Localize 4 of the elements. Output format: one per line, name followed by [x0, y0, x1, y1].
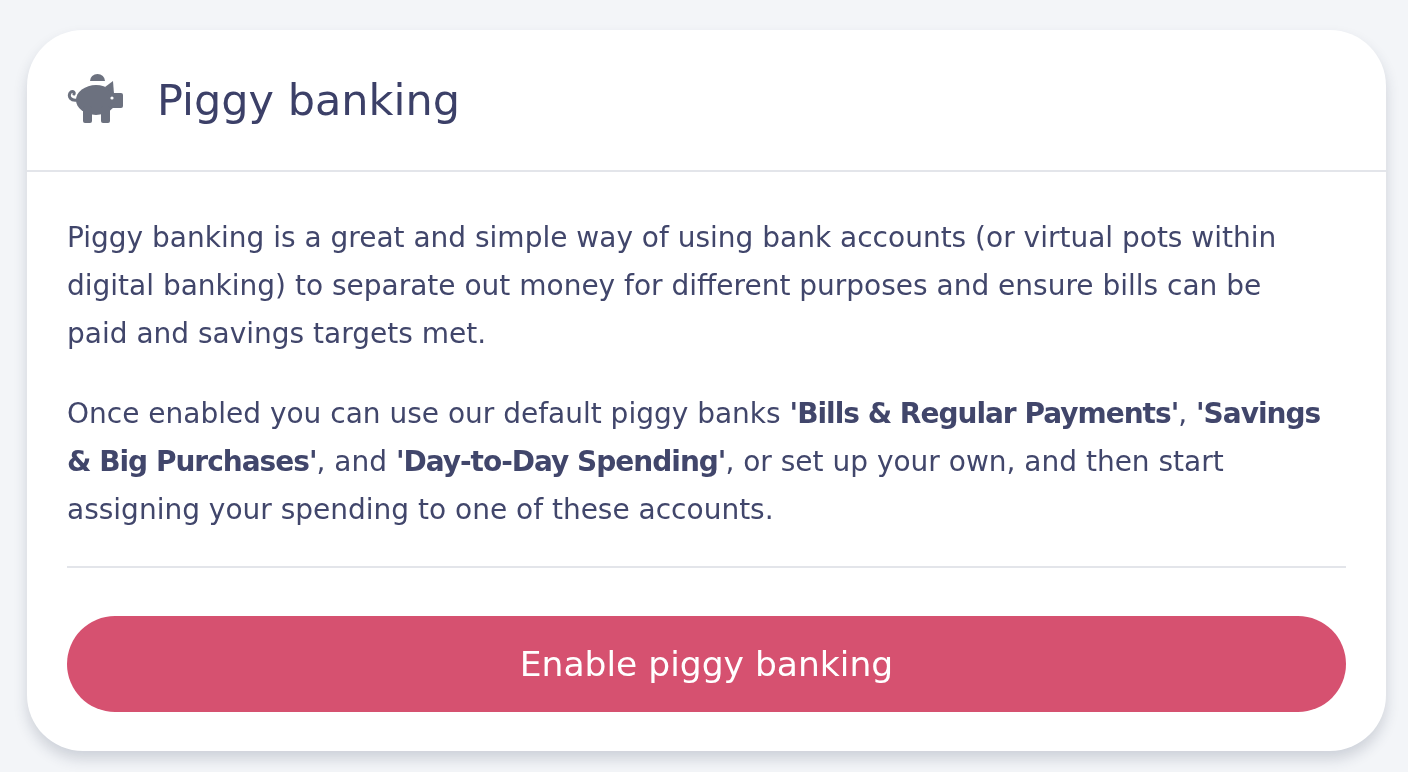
enable-piggy-banking-button[interactable]: Enable piggy banking [67, 616, 1346, 712]
description-paragraph: Piggy banking is a great and simple way of using bank accounts (or virtual pots within digital banking) to separate out money for different purposes and ensure bills can be paid and savings targets met. [67, 220, 1278, 352]
description-paragraph: Once enabled you can use our default piggy banks 'Bills & Regular Payments', 'Savings & Big Purchases', and 'Day-to-Day Spending', or set up your own, and then start assigning your spending to one of these accounts. [67, 396, 1322, 528]
card-title: Piggy banking [157, 75, 460, 125]
